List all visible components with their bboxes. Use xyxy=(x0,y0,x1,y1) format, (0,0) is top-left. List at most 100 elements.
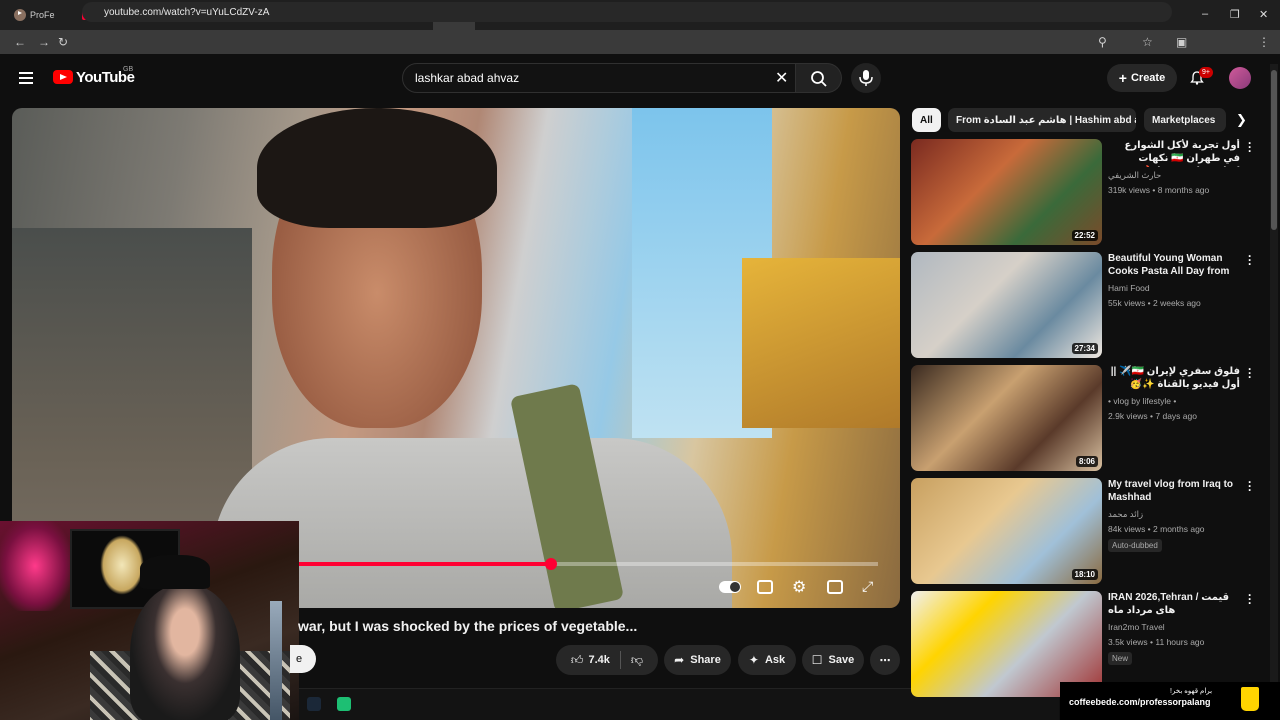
recommended-channel[interactable]: زائد محمد xyxy=(1108,509,1143,520)
region-code: GB xyxy=(123,66,134,73)
webcam-pink-light xyxy=(0,521,70,611)
account-avatar[interactable] xyxy=(1229,67,1251,89)
like-dislike-group: 👍︎ 7.4k 👎︎ xyxy=(556,645,658,675)
create-button[interactable]: + Create xyxy=(1107,64,1177,92)
recommended-channel[interactable]: Iran2mo Travel xyxy=(1108,622,1165,632)
recommended-meta: 55k views • 2 weeks ago xyxy=(1108,298,1201,308)
recommended-channel[interactable]: حارث الشريفي xyxy=(1108,170,1161,181)
webcam-hookah xyxy=(270,601,282,720)
close-window-icon[interactable]: ✕ xyxy=(1259,8,1268,21)
recommended-title[interactable]: Beautiful Young Woman Cooks Pasta All Da… xyxy=(1108,252,1240,280)
address-bar[interactable]: youtube.com/watch?v=uYuLCdZV-zA xyxy=(82,2,1172,22)
recommended-thumbnail[interactable]: 22:52 xyxy=(911,139,1102,245)
webcam-person xyxy=(130,583,240,720)
like-button[interactable]: 👍︎ 7.4k xyxy=(571,653,610,668)
bookmark-icon: ☐ xyxy=(811,653,823,667)
fullscreen-icon[interactable]: ⤢ xyxy=(862,578,873,595)
autoplay-toggle[interactable] xyxy=(719,581,741,593)
search-button[interactable] xyxy=(796,63,842,93)
recommended-badge: New xyxy=(1108,652,1133,665)
subscribe-button[interactable]: e xyxy=(290,645,316,673)
settings-gear-icon[interactable]: ⚙ xyxy=(792,577,806,597)
app-icon[interactable] xyxy=(337,697,351,711)
browser-toolbar xyxy=(0,30,1280,54)
coffee-cup-icon xyxy=(1241,687,1259,711)
notification-count-badge: 9+ xyxy=(1199,67,1213,78)
recommended-title[interactable]: IRAN 2026,Tehran / قیمت های مرداد ماه xyxy=(1108,591,1240,617)
recommended-channel[interactable]: Hami Food xyxy=(1108,283,1150,293)
thumbs-down-icon[interactable]: 👎︎ xyxy=(631,653,643,668)
zoom-icon[interactable]: ⚲ xyxy=(1098,35,1107,49)
recommended-thumbnail[interactable]: 27:34 xyxy=(911,252,1102,358)
coffee-text: برام قهوه بخر! xyxy=(1170,688,1213,695)
filter-chip[interactable]: From هاشم عبد السادة | Hashim abd alsada xyxy=(948,108,1136,132)
recommended-thumbnail[interactable]: 8:06 xyxy=(911,365,1102,471)
recommended-badge: Auto-dubbed xyxy=(1108,539,1162,552)
search-icon xyxy=(811,71,827,87)
voice-search-button[interactable] xyxy=(851,63,881,93)
create-label: Create xyxy=(1130,72,1166,84)
recommended-channel[interactable]: • vlog by lifestyle • xyxy=(1108,396,1176,406)
video-title: war, but I was shocked by the prices of … xyxy=(298,618,638,634)
more-actions-button[interactable]: ⋯ xyxy=(870,645,900,675)
recommended-meta: 319k views • 8 months ago xyxy=(1108,185,1210,195)
video-frame-awning xyxy=(742,258,900,428)
recommended-title[interactable]: أول تجربة لأكل الشوارع في طهران 🇮🇷 نكهات… xyxy=(1108,139,1241,167)
menu-icon[interactable] xyxy=(19,72,33,84)
save-button[interactable]: ☐ Save xyxy=(802,645,864,675)
site-favicon-icon xyxy=(14,9,26,21)
youtube-logo-icon[interactable] xyxy=(53,70,73,84)
more-vertical-icon[interactable]: · · · xyxy=(1248,476,1252,496)
ask-label: Ask xyxy=(764,654,786,666)
share-arrow-icon: ➦ xyxy=(674,653,685,667)
filter-chip[interactable]: Marketplaces xyxy=(1144,108,1226,132)
progress-bar-played xyxy=(298,562,551,566)
recommended-meta: 84k views • 2 months ago xyxy=(1108,524,1205,534)
search-value: lashkar abad ahvaz xyxy=(415,71,520,85)
steam-icon[interactable] xyxy=(307,697,321,711)
microphone-icon xyxy=(859,70,873,86)
like-count: 7.4k xyxy=(588,654,610,666)
search-input[interactable]: lashkar abad ahvaz xyxy=(402,63,796,93)
ask-button[interactable]: ✦ Ask xyxy=(738,645,796,675)
webcam-hat xyxy=(140,555,210,589)
extensions-icon[interactable]: ▣ xyxy=(1176,35,1187,49)
browser-tab[interactable]: ProFe xyxy=(8,4,68,26)
forward-icon[interactable]: → xyxy=(38,35,50,49)
scrollbar-thumb[interactable] xyxy=(1271,70,1277,230)
minimize-icon[interactable]: – xyxy=(1202,8,1208,20)
share-label: Share xyxy=(690,654,721,666)
recommended-meta: 2.9k views • 7 days ago xyxy=(1108,411,1197,421)
browser-menu-icon[interactable]: ⋮ xyxy=(1258,35,1270,49)
subscribe-label: e xyxy=(296,653,303,665)
webcam-overlay xyxy=(0,521,299,720)
like-divider xyxy=(619,651,621,669)
chevron-right-icon[interactable]: ❯ xyxy=(1236,112,1247,128)
recommended-title[interactable]: My travel vlog from Iraq to Mashhad xyxy=(1108,478,1240,504)
recommended-meta: 3.5k views • 11 hours ago xyxy=(1108,637,1205,647)
save-label: Save xyxy=(828,654,855,666)
subtitles-icon[interactable] xyxy=(757,580,773,594)
bookmark-star-icon[interactable]: ☆ xyxy=(1142,35,1153,49)
recommended-thumbnail[interactable]: 18:10 xyxy=(911,478,1102,584)
video-duration: 8:06 xyxy=(1075,456,1098,467)
reload-icon[interactable]: ↻ xyxy=(58,35,68,49)
restore-icon[interactable]: ❐ xyxy=(1230,8,1240,21)
more-vertical-icon[interactable]: · · · xyxy=(1248,137,1252,157)
thumbs-up-icon: 👍︎ xyxy=(570,652,584,667)
more-vertical-icon[interactable]: · · · xyxy=(1248,363,1252,383)
sparkle-icon: ✦ xyxy=(748,653,759,667)
back-icon[interactable]: ← xyxy=(14,35,26,49)
more-vertical-icon[interactable]: · · · xyxy=(1248,250,1252,270)
recommended-title[interactable]: فلوق سفري لإيران 🇮🇷✈️ || أول فيديو بالقن… xyxy=(1108,365,1240,391)
video-duration: 22:52 xyxy=(1071,230,1098,241)
video-duration: 18:10 xyxy=(1071,569,1098,580)
video-duration: 27:34 xyxy=(1071,343,1098,354)
theater-mode-icon[interactable] xyxy=(827,580,843,594)
progress-scrubber-handle[interactable] xyxy=(544,558,557,570)
clear-search-icon[interactable]: ✕ xyxy=(775,68,788,88)
filter-chip[interactable]: All xyxy=(912,108,941,132)
video-frame-hair xyxy=(257,108,497,228)
more-vertical-icon[interactable]: · · · xyxy=(1248,589,1252,609)
share-button[interactable]: ➦ Share xyxy=(664,645,731,675)
